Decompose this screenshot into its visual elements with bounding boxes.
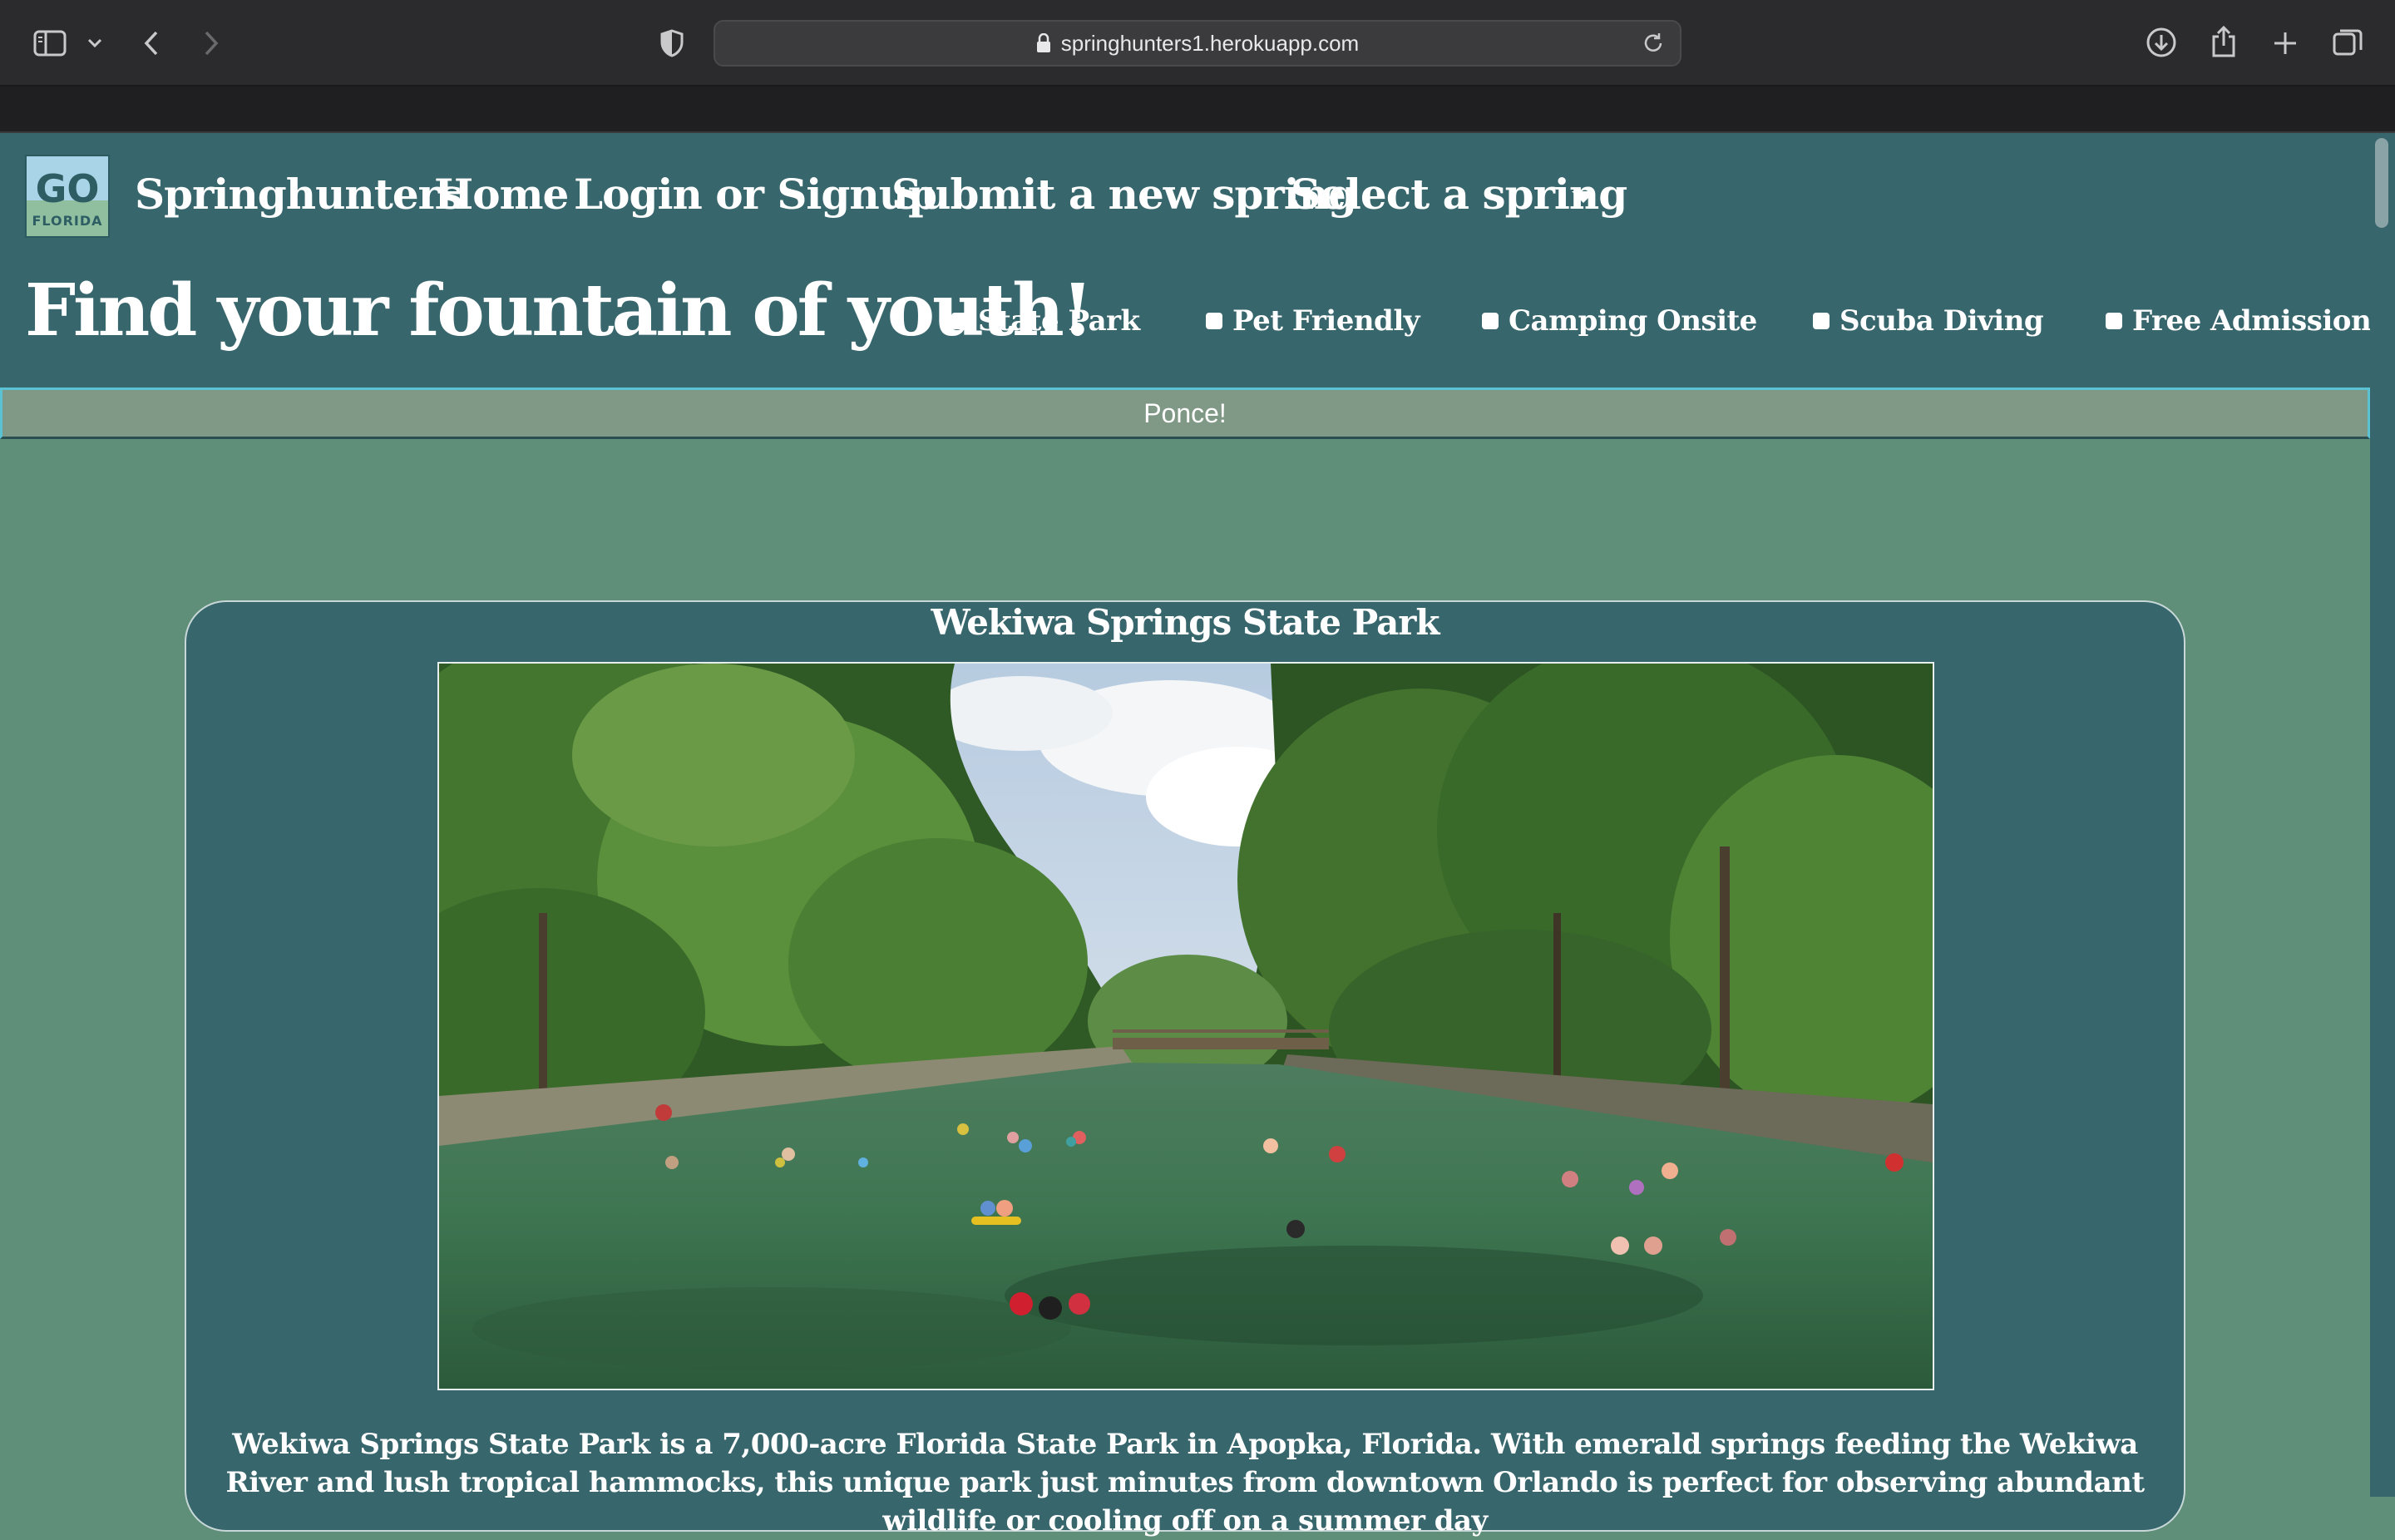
- checkbox[interactable]: [951, 313, 968, 329]
- nav-home-link[interactable]: Home: [434, 170, 569, 220]
- filter-label: Free Admission: [2132, 304, 2372, 338]
- ponce-button[interactable]: Ponce!: [0, 387, 2370, 439]
- logo-top-text: GO: [35, 166, 100, 211]
- dropdown-caret-icon[interactable]: [1572, 191, 1595, 203]
- filter-state-park[interactable]: State Park: [951, 304, 1140, 338]
- filter-pet-friendly[interactable]: Pet Friendly: [1206, 304, 1420, 338]
- forward-arrow-icon[interactable]: [196, 25, 226, 62]
- lock-icon: [1036, 33, 1051, 53]
- nav-login-link[interactable]: Login or Signup: [574, 170, 937, 220]
- browser-toolbar: springhunters1.herokuapp.com: [0, 0, 2395, 86]
- filter-label: Camping Onsite: [1509, 304, 1757, 338]
- spring-photo: [437, 662, 1934, 1390]
- tab-overview-icon[interactable]: [2330, 25, 2365, 60]
- spring-title: Wekiwa Springs State Park: [931, 602, 1439, 643]
- download-icon[interactable]: [2144, 25, 2179, 60]
- nav-submit-link[interactable]: Submit a new spring: [891, 170, 1357, 220]
- back-arrow-icon[interactable]: [136, 25, 166, 62]
- filter-free-admission[interactable]: Free Admission: [2106, 304, 2372, 338]
- checkbox[interactable]: [2106, 313, 2122, 329]
- brand-link[interactable]: Springhunters: [135, 170, 462, 220]
- logo-bottom-text: FLORIDA: [32, 213, 103, 229]
- spring-description: Wekiwa Springs State Park is a 7,000-acr…: [225, 1428, 2145, 1538]
- checkbox[interactable]: [1206, 313, 1222, 329]
- site-header: GO FLORIDA Springhunters Home Login or S…: [0, 133, 2372, 387]
- go-florida-logo[interactable]: GO FLORIDA: [25, 155, 110, 238]
- reload-icon[interactable]: [1642, 32, 1665, 61]
- privacy-shield-icon[interactable]: [657, 27, 687, 60]
- checkbox[interactable]: [1813, 313, 1830, 329]
- scrollbar-track[interactable]: [2370, 133, 2395, 1497]
- tab-strip: [0, 86, 2395, 133]
- checkbox[interactable]: [1482, 313, 1499, 329]
- chevron-down-icon[interactable]: [83, 32, 106, 55]
- share-icon[interactable]: [2207, 23, 2240, 60]
- spring-card: Wekiwa Springs State Park Wekiwa Springs…: [185, 600, 2185, 1538]
- filter-label: Scuba Diving: [1839, 304, 2044, 338]
- scrollbar-thumb[interactable]: [2375, 138, 2388, 228]
- filter-label: Pet Friendly: [1232, 304, 1420, 338]
- filter-scuba-diving[interactable]: Scuba Diving: [1813, 304, 2044, 338]
- filter-label: State Park: [978, 304, 1140, 338]
- hero-title: Find your fountain of youth!: [25, 269, 1094, 353]
- address-bar[interactable]: springhunters1.herokuapp.com: [714, 20, 1681, 67]
- new-tab-plus-icon[interactable]: [2269, 27, 2302, 60]
- sidebar-toggle-icon[interactable]: [32, 27, 68, 60]
- url-text: springhunters1.herokuapp.com: [1060, 30, 1360, 56]
- filter-camping-onsite[interactable]: Camping Onsite: [1482, 304, 1757, 338]
